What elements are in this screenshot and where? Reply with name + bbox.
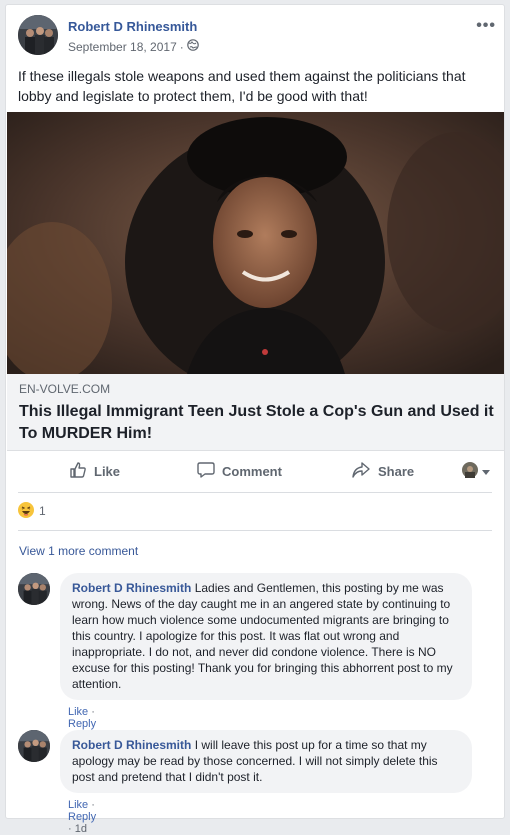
comment-reply-link[interactable]: Reply <box>68 811 96 823</box>
reaction-count: 1 <box>39 504 46 518</box>
author-avatar[interactable] <box>18 15 58 55</box>
post-actions-bar: Like Comment Share <box>18 451 492 493</box>
share-label: Share <box>378 464 415 479</box>
more-options-icon[interactable]: ••• <box>476 17 496 35</box>
separator-dot: · <box>91 706 95 718</box>
post-text: If these illegals stole weapons and used… <box>18 68 466 104</box>
comment-icon <box>197 461 215 482</box>
post-author[interactable]: Robert D Rhinesmith <box>68 19 197 34</box>
link-headline[interactable]: This Illegal Immigrant Teen Just Stole a… <box>19 401 499 445</box>
comment-bubble: Robert D Rhinesmith I will leave this po… <box>60 730 472 793</box>
comment-reply-link[interactable]: Reply <box>68 718 96 730</box>
comment-actions: Like · Reply · 1d <box>68 799 96 835</box>
reactions-summary[interactable]: 1 <box>18 500 46 522</box>
separator-dot: · <box>91 799 95 811</box>
like-button[interactable]: Like <box>69 461 120 482</box>
link-preview-image[interactable] <box>7 112 504 374</box>
meta-separator: · <box>179 39 184 54</box>
comment-like-link[interactable]: Like <box>68 706 88 718</box>
post-meta: September 18, 2017 · <box>68 39 199 54</box>
thumbs-up-icon <box>69 461 87 482</box>
post-header: Robert D Rhinesmith September 18, 2017 ·… <box>18 15 495 57</box>
comment-button[interactable]: Comment <box>197 461 282 482</box>
globe-icon <box>186 39 199 54</box>
link-caption[interactable]: EN-VOLVE.COM This Illegal Immigrant Teen… <box>7 374 504 451</box>
caret-down-icon <box>482 465 490 479</box>
like-label: Like <box>94 464 121 479</box>
post-card: Robert D Rhinesmith September 18, 2017 ·… <box>5 4 505 835</box>
comment-author[interactable]: Robert D Rhinesmith <box>72 581 191 595</box>
comment-label: Comment <box>222 464 282 479</box>
haha-emoji-icon <box>18 501 34 521</box>
post-as-selector[interactable] <box>462 462 490 481</box>
post-date[interactable]: September 18, 2017 <box>68 40 177 54</box>
share-icon <box>351 461 371 482</box>
link-domain: EN-VOLVE.COM <box>19 382 111 396</box>
profile-mini-avatar <box>462 462 478 481</box>
commenter-avatar[interactable] <box>18 573 50 605</box>
comment-text: Ladies and Gentlemen, this posting by me… <box>72 581 453 691</box>
comment-like-link[interactable]: Like <box>68 799 88 811</box>
view-more-comments-link[interactable]: View 1 more comment <box>19 544 138 558</box>
comment-bubble: Robert D Rhinesmith Ladies and Gentlemen… <box>60 573 472 700</box>
commenter-avatar[interactable] <box>18 730 50 762</box>
divider <box>18 530 492 531</box>
comment-author[interactable]: Robert D Rhinesmith <box>72 738 191 752</box>
comment-time[interactable]: 1d <box>75 823 87 835</box>
share-button[interactable]: Share <box>351 461 414 482</box>
separator-dot: · <box>68 823 72 835</box>
